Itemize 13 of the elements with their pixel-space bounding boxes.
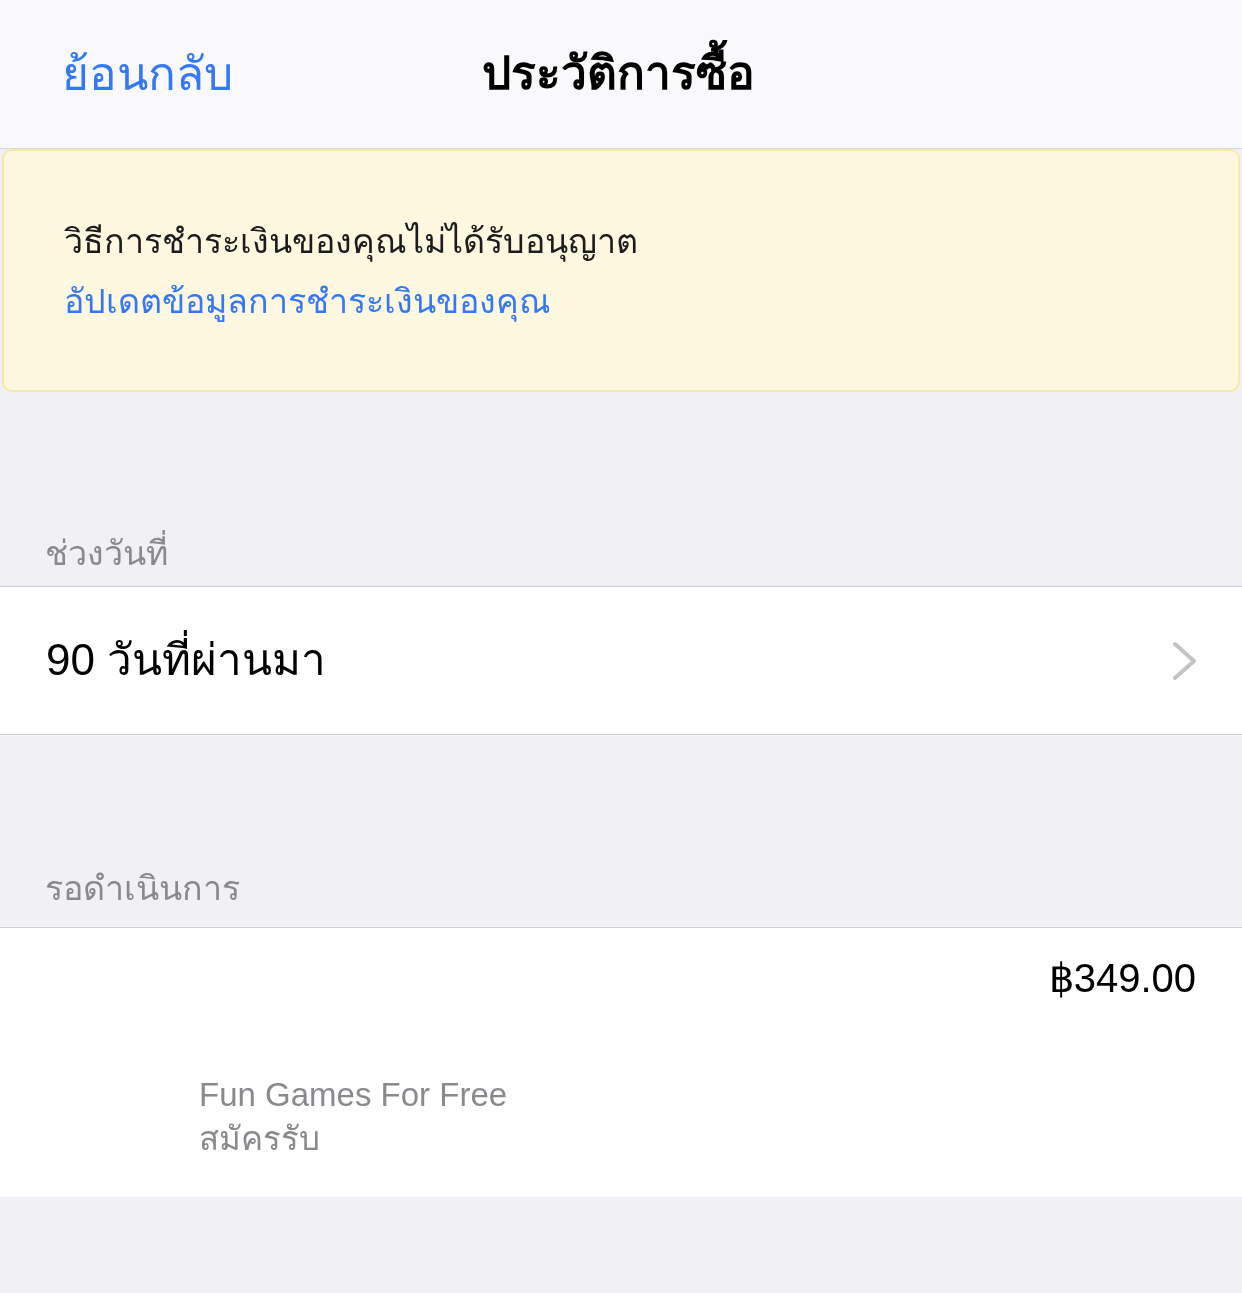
purchase-type: สมัครรับ bbox=[199, 1119, 321, 1159]
date-range-row[interactable]: 90 วันที่ผ่านมา bbox=[0, 586, 1242, 735]
warning-message: วิธีการชำระเงินของคุณไม่ได้รับอนุญาต bbox=[64, 220, 639, 261]
back-button[interactable]: ย้อนกลับ bbox=[62, 51, 233, 97]
price: ฿349.00 bbox=[1048, 958, 1196, 1002]
section-header: รอดำเนินการ bbox=[45, 867, 240, 909]
chevron-right-icon bbox=[1172, 640, 1198, 681]
section-header: ช่วงวันที่ bbox=[45, 525, 168, 580]
purchase-row[interactable]: Fun Games For Free สมัครรับ ฿349.00 bbox=[0, 927, 1242, 1197]
developer-name: Fun Games For Free bbox=[199, 1075, 508, 1115]
date-range-value: 90 วันที่ผ่านมา bbox=[46, 625, 327, 696]
update-payment-link[interactable]: อัปเดตข้อมูลการชำระเงินของคุณ bbox=[64, 280, 1238, 321]
page-title: ประวัติการซื้อ bbox=[482, 37, 755, 111]
